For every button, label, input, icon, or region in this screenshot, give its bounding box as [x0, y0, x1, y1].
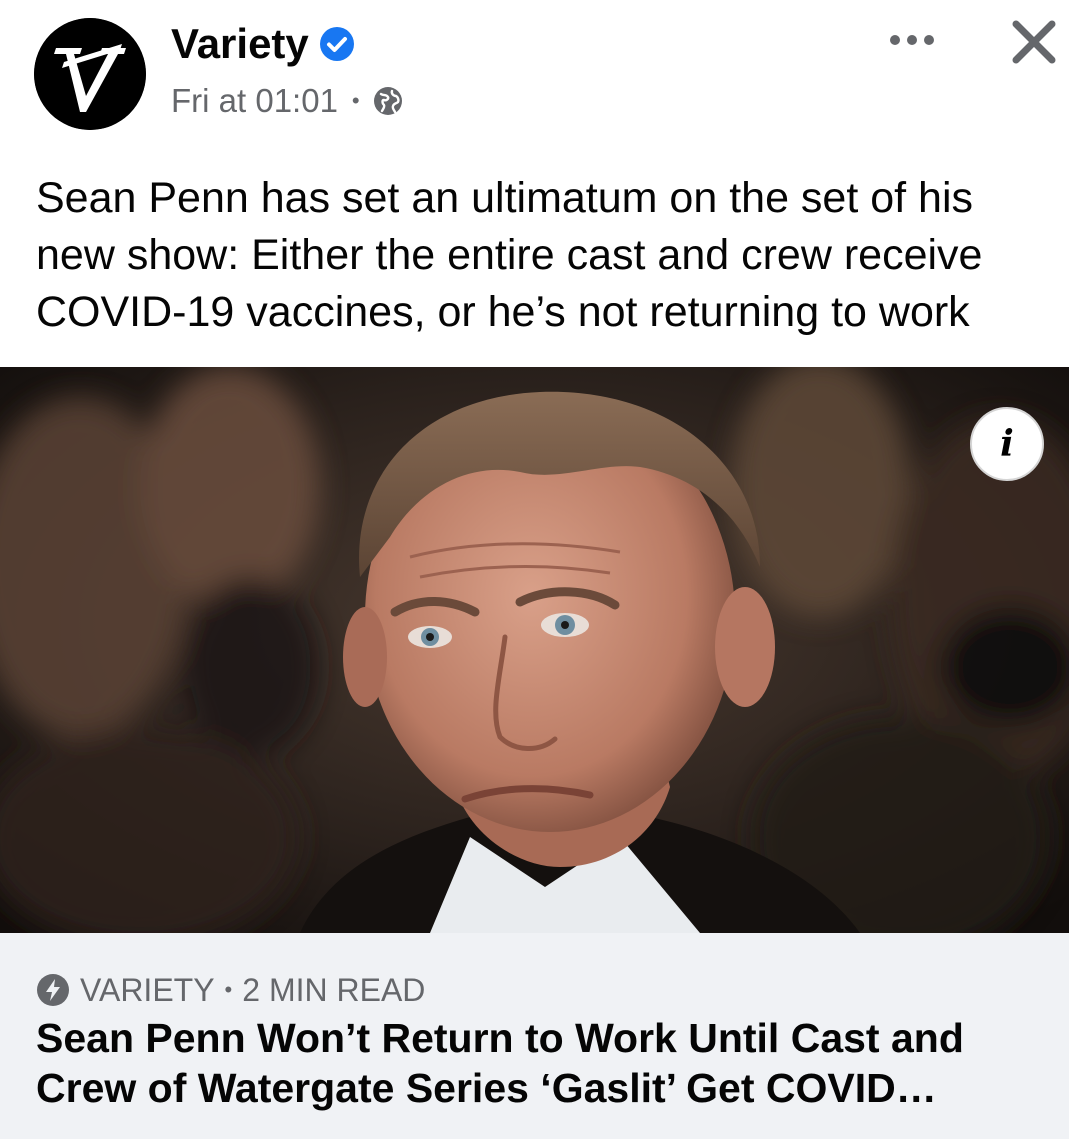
page-avatar[interactable]	[34, 18, 146, 130]
close-icon	[1012, 20, 1056, 64]
post-meta: Fri at 01:01 •	[171, 78, 404, 124]
post-timestamp[interactable]: Fri at 01:01	[171, 78, 338, 124]
close-button[interactable]	[1004, 12, 1064, 72]
link-headline[interactable]: Sean Penn Won’t Return to Work Until Cas…	[36, 1013, 1036, 1113]
page-name-row[interactable]: Variety	[171, 14, 355, 74]
link-preview-card[interactable]: VARIETY • 2 MIN READ Sean Penn Won’t Ret…	[0, 933, 1069, 1139]
post-caption: Sean Penn has set an ultimatum on the se…	[36, 174, 983, 336]
globe-icon[interactable]	[372, 85, 404, 117]
info-button[interactable]: i	[970, 407, 1044, 481]
page-name[interactable]: Variety	[171, 14, 309, 74]
post-image[interactable]	[0, 367, 1069, 933]
source-separator: •	[224, 977, 233, 1002]
lightning-bolt-icon	[37, 974, 69, 1006]
more-options-button[interactable]	[880, 18, 944, 62]
facebook-post: Variety Fri at 01:01 • Sean Penn has set…	[0, 0, 1069, 1139]
info-icon: i	[1000, 423, 1014, 465]
link-source: VARIETY	[80, 972, 215, 1008]
meta-separator: •	[351, 88, 360, 113]
variety-logo-icon	[34, 18, 146, 130]
ellipsis-icon	[890, 35, 934, 45]
link-source-line: VARIETY • 2 MIN READ	[36, 971, 425, 1009]
read-time: 2 MIN READ	[242, 972, 426, 1008]
portrait-photo	[0, 367, 1069, 933]
verified-badge-icon	[319, 27, 354, 61]
